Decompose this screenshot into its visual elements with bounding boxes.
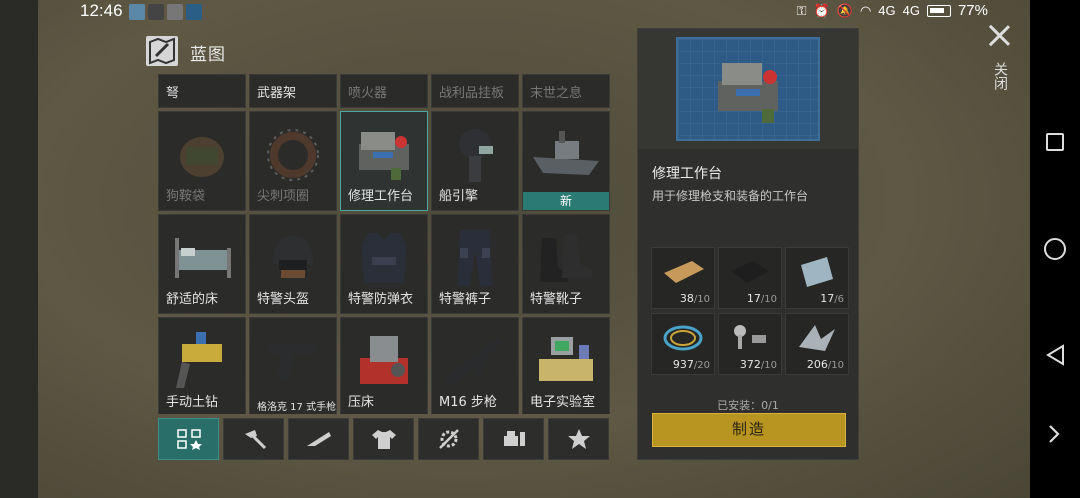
blueprint-paper	[676, 37, 820, 141]
tab-all[interactable]	[158, 418, 219, 460]
gear-wrench-icon	[438, 429, 459, 449]
tab-clothing[interactable]	[353, 418, 414, 460]
blueprint-cell[interactable]: 末世之息	[522, 74, 610, 108]
blueprint-grid[interactable]: 弩 武器架 喷火器 战利品挂板 末世之息 狗鞍袋 尖刺项圈 修理工作台 船引擎 …	[158, 74, 613, 414]
gun-icon	[306, 432, 331, 446]
pants-icon	[450, 226, 500, 294]
page-title: 蓝图	[190, 45, 226, 65]
blueprint-cell[interactable]: 喷火器	[340, 74, 428, 108]
ingredient-scrap[interactable]: 206/10	[785, 313, 849, 375]
ingredient-wood[interactable]: 38/10	[651, 247, 715, 309]
hammer-icon	[244, 430, 266, 450]
boots-icon	[534, 230, 598, 290]
blueprint-cell-bed[interactable]: 舒适的床	[158, 214, 246, 314]
electronics-lab-icon	[533, 331, 599, 395]
vest-icon	[354, 227, 414, 293]
star-icon	[567, 429, 590, 449]
notification-icon	[148, 4, 164, 20]
furniture-icon	[503, 431, 525, 446]
pistol-icon	[263, 334, 323, 392]
rifle-icon	[440, 333, 510, 393]
mute-icon: 🔕	[836, 2, 853, 18]
status-bar: 12:46 ⚿ ⏰ 🔕 ◠ 4G 4G 77%	[0, 0, 1030, 24]
workbench-icon	[351, 124, 417, 190]
detail-panel: 修理工作台 用于修理枪支和装备的工作台 38/10 17/10 17/6 937…	[637, 28, 859, 460]
wire-icon	[663, 325, 703, 351]
battery-percent: 77%	[957, 2, 988, 19]
helmet-icon	[265, 230, 321, 290]
item-preview	[638, 29, 858, 149]
drill-icon	[172, 328, 232, 398]
blueprint-cell-glock[interactable]: 格洛克 17 式手枪	[249, 317, 337, 414]
blueprint-cell-repair-workbench[interactable]: 修理工作台	[340, 111, 428, 211]
all-icon	[176, 429, 202, 450]
metal-scrap-icon	[799, 325, 835, 351]
status-indicators: ⚿ ⏰ 🔕 ◠ 4G 4G 77%	[797, 2, 988, 19]
category-tabs	[158, 418, 613, 460]
wifi-icon: ◠	[859, 2, 872, 18]
status-time: 12:46	[80, 1, 123, 20]
press-icon	[352, 330, 416, 396]
back-button[interactable]	[1045, 344, 1065, 366]
blueprint-cell-boat[interactable]: 新	[522, 111, 610, 211]
system-nav-bar	[1030, 0, 1080, 498]
left-edge	[0, 0, 38, 498]
ingredient-bolts[interactable]: 372/10	[718, 313, 782, 375]
blueprint-cell-saddlebag[interactable]: 狗鞍袋	[158, 111, 246, 211]
tab-tools[interactable]	[223, 418, 284, 460]
ingredient-wire[interactable]: 937/20	[651, 313, 715, 375]
blueprint-cell[interactable]: 弩	[158, 74, 246, 108]
blueprint-icon	[146, 36, 178, 66]
signal-icon: 4G	[902, 3, 920, 18]
new-badge: 新	[523, 192, 609, 210]
battery-icon	[926, 4, 951, 17]
blueprint-cell-swat-vest[interactable]: 特警防弹衣	[340, 214, 428, 314]
blueprint-cell[interactable]: 战利品挂板	[431, 74, 519, 108]
bed-icon	[167, 230, 237, 290]
craft-button[interactable]: 制造	[652, 413, 846, 447]
blueprint-cell-electronics-lab[interactable]: 电子实验室	[522, 317, 610, 414]
blueprint-cell[interactable]: 武器架	[249, 74, 337, 108]
tab-weapons[interactable]	[288, 418, 349, 460]
notification-icon	[186, 4, 202, 20]
blueprint-cell-hand-drill[interactable]: 手动土钻	[158, 317, 246, 414]
cloth-icon	[731, 261, 769, 283]
alarm-icon: ⏰	[813, 2, 830, 18]
bolt-icon	[734, 325, 766, 349]
blueprint-cell-boat-engine[interactable]: 船引擎	[431, 111, 519, 211]
blueprint-cell-press[interactable]: 压床	[340, 317, 428, 414]
shirt-icon	[371, 430, 396, 449]
key-icon: ⚿	[796, 2, 807, 18]
blueprint-cell-m16[interactable]: M16 步枪	[431, 317, 519, 414]
close-label[interactable]: 关闭	[990, 62, 1008, 90]
blueprint-cell-swat-helmet[interactable]: 特警头盔	[249, 214, 337, 314]
ingredient-metal-sheet[interactable]: 17/6	[785, 247, 849, 309]
metal-sheet-icon	[801, 257, 833, 287]
tab-favorites[interactable]	[548, 418, 609, 460]
wood-plank-icon	[664, 261, 704, 283]
blueprint-cell-swat-boots[interactable]: 特警靴子	[522, 214, 610, 314]
notification-icon	[167, 4, 183, 20]
signal-icon: 4G	[878, 3, 896, 18]
home-button[interactable]	[1044, 238, 1066, 260]
boat-icon	[529, 127, 603, 187]
close-icon[interactable]	[986, 22, 1012, 48]
blueprint-cell-spiked-collar[interactable]: 尖刺项圈	[249, 111, 337, 211]
saddlebag-icon	[172, 125, 232, 189]
chevron-right-icon[interactable]	[1046, 424, 1062, 444]
tab-furniture[interactable]	[483, 418, 544, 460]
item-name: 修理工作台	[652, 166, 722, 182]
spiked-collar-icon	[263, 125, 323, 189]
recents-button[interactable]	[1046, 133, 1064, 151]
ingredient-cloth[interactable]: 17/10	[718, 247, 782, 309]
installed-count: 已安装：0/1	[717, 399, 779, 412]
tab-crafting[interactable]	[418, 418, 479, 460]
workbench-icon	[718, 63, 778, 123]
item-description: 用于修理枪支和装备的工作台	[652, 189, 809, 203]
boat-engine-icon	[445, 122, 505, 192]
blueprint-cell-swat-pants[interactable]: 特警裤子	[431, 214, 519, 314]
notification-icon	[129, 4, 145, 20]
